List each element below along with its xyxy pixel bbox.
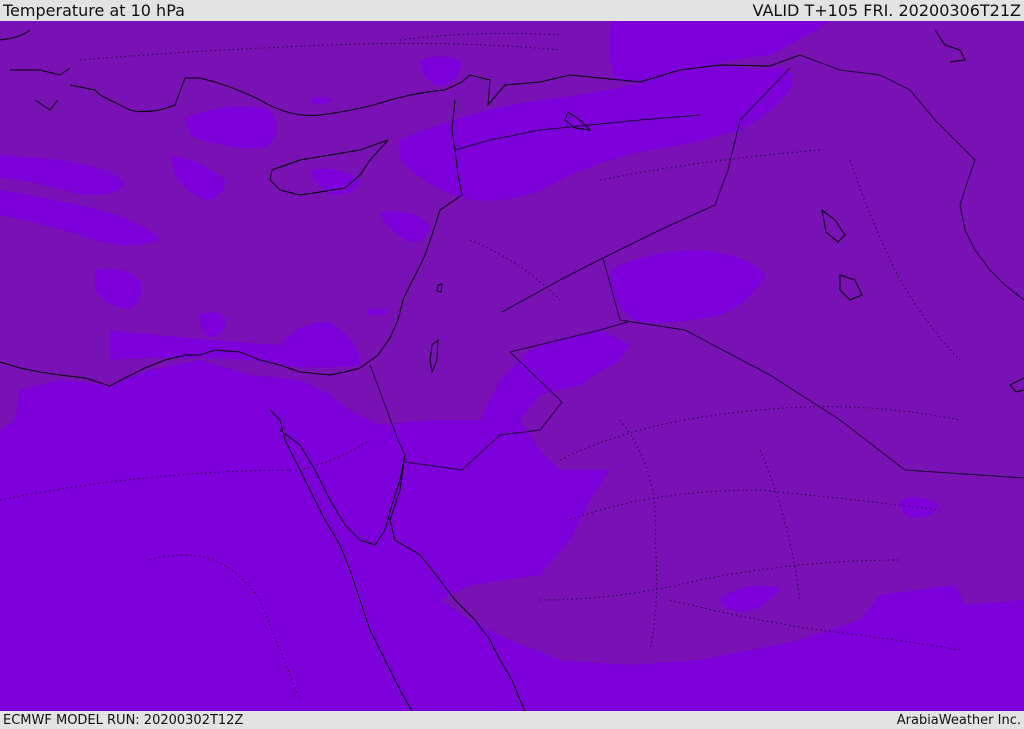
valid-time: VALID T+105 FRI. 20200306T21Z — [752, 1, 1021, 20]
model-run: ECMWF MODEL RUN: 20200302T12Z — [3, 712, 244, 728]
credit-text: ArabiaWeather Inc. — [896, 712, 1021, 728]
footer-bar: ECMWF MODEL RUN: 20200302T12Z ArabiaWeat… — [0, 711, 1024, 729]
header-bar: Temperature at 10 hPa VALID T+105 FRI. 2… — [0, 0, 1024, 21]
map-title: Temperature at 10 hPa — [3, 1, 185, 20]
temperature-map — [0, 21, 1024, 711]
